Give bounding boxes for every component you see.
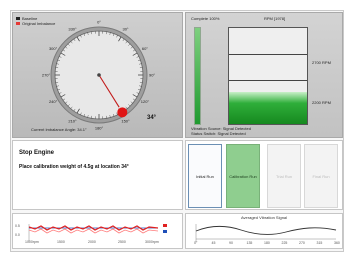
instruction-detail: Place calibration weight of 4.5g at loca… bbox=[19, 164, 129, 170]
rpm-bar bbox=[228, 27, 308, 125]
completion-progress-bar bbox=[194, 27, 201, 125]
step-final-run-button[interactable]: Final Run bbox=[304, 144, 338, 208]
rpm-label: RPM [1978] bbox=[264, 16, 286, 21]
gauge-panel: 0° 30° 60° 90° 120° 150° 180° 210° 240° 270° 300° 3… bbox=[12, 12, 183, 138]
complete-label: Complete 100% bbox=[191, 16, 220, 21]
x-tick-label: 1000rpm bbox=[25, 240, 39, 244]
dial-label: 210° bbox=[68, 118, 77, 123]
dial-label: 90° bbox=[149, 73, 155, 78]
legend-swatch-icon bbox=[16, 17, 20, 21]
x-tick-label: 360 bbox=[334, 241, 340, 245]
dial-label: 0° bbox=[97, 20, 101, 25]
step-initial-run-button[interactable]: Initial Run bbox=[188, 144, 222, 208]
x-tick-label: 0° bbox=[194, 241, 198, 245]
rpm-threshold-line bbox=[229, 80, 307, 81]
gauge-svg: 0° 30° 60° 90° 120° 150° 180° 210° 240° 270° 300° 3… bbox=[42, 20, 156, 131]
rpm-tick-label: 2200 RPM bbox=[312, 100, 331, 105]
y-tick-label: 0.5 bbox=[15, 224, 20, 228]
x-tick-label: 90 bbox=[229, 241, 233, 245]
dial-label: 150° bbox=[121, 118, 130, 123]
gauge-legend: Baseline Original Imbalance bbox=[16, 16, 55, 26]
rpm-tick-label: 2700 RPM bbox=[312, 60, 331, 65]
dial-label: 300° bbox=[49, 46, 58, 51]
averaged-vibration-chart: Averaged Vibration Signal 0° 45 90 135 180 22… bbox=[185, 213, 343, 249]
step-trial-run-button[interactable]: Trial Run bbox=[267, 144, 301, 208]
x-tick-label: 2500 bbox=[118, 240, 126, 244]
x-tick-label: 1500 bbox=[57, 240, 65, 244]
dial-label: 180° bbox=[95, 126, 104, 131]
imbalance-marker-icon bbox=[117, 107, 128, 118]
legend-swatch-icon bbox=[16, 22, 20, 26]
legend-label: Original Imbalance bbox=[22, 21, 56, 26]
x-tick-label: 2000 bbox=[88, 240, 96, 244]
dial-label: 330° bbox=[68, 27, 77, 32]
dial-label: 240° bbox=[49, 99, 58, 104]
steps-panel: Initial Run Calibration Run Trial Run Fi… bbox=[185, 140, 343, 210]
dial-label: 30° bbox=[122, 27, 128, 32]
x-tick-label: 45 bbox=[211, 241, 216, 245]
current-angle-label: Current Imbalance Angle: 34.1° bbox=[31, 127, 87, 132]
x-tick-label: 270 bbox=[299, 241, 305, 245]
x-tick-label: 225 bbox=[281, 241, 288, 245]
rpm-vibration-svg bbox=[28, 224, 167, 242]
instruction-title: Stop Engine bbox=[19, 150, 54, 156]
vibration-source-text: Vibration Source: Signal Detected Status… bbox=[191, 126, 251, 136]
x-tick-label: 180 bbox=[264, 241, 270, 245]
step-calibration-run-button[interactable]: Calibration Run bbox=[226, 144, 260, 208]
series-legend-swatch-icon bbox=[163, 230, 167, 233]
rpm-threshold-line bbox=[229, 54, 307, 55]
x-tick-label: 315 bbox=[316, 241, 323, 245]
x-tick-label: 135 bbox=[246, 241, 253, 245]
completion-progress-fill bbox=[195, 28, 200, 124]
dial-hub bbox=[97, 73, 101, 77]
status-switch-line: Status Switch: Signal Detected bbox=[191, 131, 246, 136]
y-tick-label: 0.0 bbox=[15, 233, 20, 237]
dial-label: 270° bbox=[42, 73, 51, 78]
instruction-panel: Stop Engine Place calibration weight of … bbox=[12, 140, 183, 210]
legend-item-original: Original Imbalance bbox=[16, 21, 55, 26]
averaged-signal-line bbox=[195, 225, 337, 235]
dial-label: 60° bbox=[142, 46, 148, 51]
series-legend-swatch-icon bbox=[163, 224, 167, 227]
dial-label: 120° bbox=[141, 99, 150, 104]
x-tick-label: 3000rpm bbox=[145, 240, 159, 244]
rpm-vibration-chart: 0.5 0.0 1000rpm 1500 2000 2500 3000rpm bbox=[12, 213, 183, 249]
averaged-vibration-title: Averaged Vibration Signal bbox=[240, 215, 288, 220]
bar-panel: Complete 100% RPM [1978] 2700 RPM 2200 R… bbox=[185, 12, 343, 138]
dial-value: 34° bbox=[147, 115, 157, 121]
rpm-bar-fill bbox=[229, 92, 307, 124]
